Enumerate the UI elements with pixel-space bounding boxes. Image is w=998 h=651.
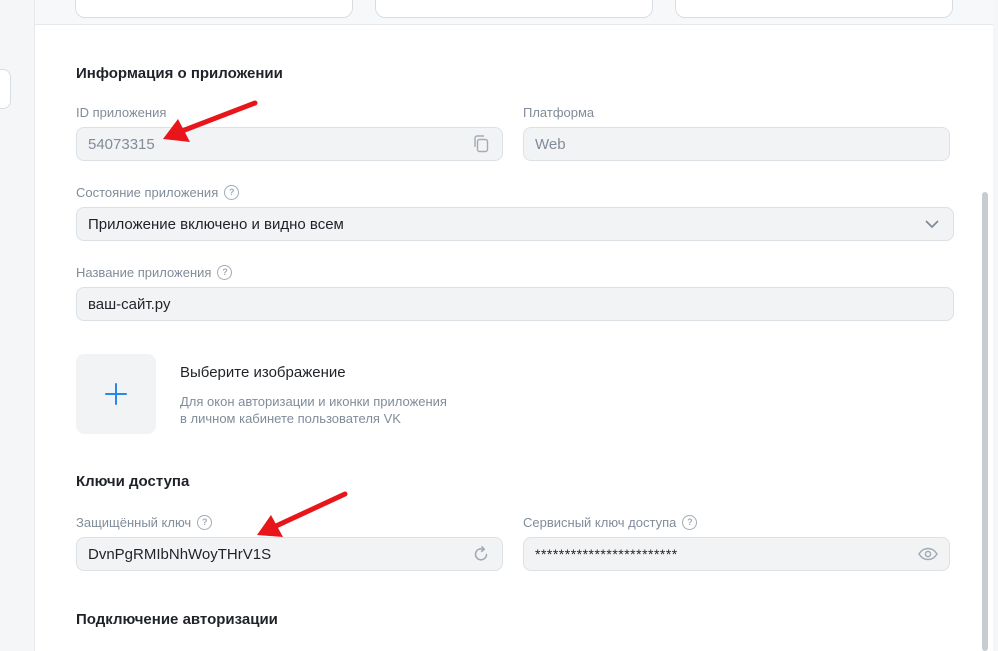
top-tabs-strip bbox=[35, 0, 993, 25]
section-title-app-info: Информация о приложении bbox=[76, 65, 283, 82]
help-icon[interactable]: ? bbox=[217, 265, 233, 280]
app-name-input[interactable]: ваш-сайт.ру bbox=[76, 287, 954, 321]
upload-description: Для окон авторизации и иконки приложения… bbox=[180, 394, 447, 426]
app-id-label: ID приложения bbox=[76, 105, 167, 120]
upload-title: Выберите изображение bbox=[180, 364, 346, 381]
plus-icon bbox=[105, 383, 127, 405]
image-upload-button[interactable] bbox=[76, 354, 156, 434]
platform-field: Web bbox=[523, 127, 950, 161]
service-key-value: ************************ bbox=[535, 546, 678, 562]
app-state-value: Приложение включено и видно всем bbox=[88, 215, 344, 233]
copy-icon[interactable] bbox=[471, 134, 491, 154]
platform-value: Web bbox=[535, 135, 566, 153]
section-title-auth: Подключение авторизации bbox=[76, 611, 278, 628]
top-tab-2[interactable] bbox=[375, 0, 653, 18]
top-tab-1[interactable] bbox=[75, 0, 353, 18]
help-icon[interactable]: ? bbox=[197, 515, 213, 530]
top-tab-3[interactable] bbox=[675, 0, 953, 18]
help-icon[interactable]: ? bbox=[682, 515, 698, 530]
protected-key-field[interactable]: DvnPgRMIbNhWoyTHrV1S bbox=[76, 537, 503, 571]
app-state-label: Состояние приложения ? bbox=[76, 185, 240, 200]
help-icon[interactable]: ? bbox=[224, 185, 240, 200]
app-name-value: ваш-сайт.ру bbox=[88, 295, 171, 313]
platform-label: Платформа bbox=[523, 105, 595, 120]
app-state-select[interactable]: Приложение включено и видно всем bbox=[76, 207, 954, 241]
app-id-value: 54073315 bbox=[88, 135, 155, 153]
protected-key-value: DvnPgRMIbNhWoyTHrV1S bbox=[88, 545, 272, 563]
service-key-field[interactable]: ************************ bbox=[523, 537, 950, 571]
service-key-label: Сервисный ключ доступа ? bbox=[523, 515, 698, 530]
app-name-label: Название приложения ? bbox=[76, 265, 233, 280]
scrollbar[interactable] bbox=[982, 192, 988, 651]
chevron-down-icon bbox=[922, 214, 942, 234]
protected-key-label: Защищённый ключ ? bbox=[76, 515, 213, 530]
side-nav-stub[interactable] bbox=[0, 69, 11, 109]
refresh-icon[interactable] bbox=[471, 544, 491, 564]
app-id-field[interactable]: 54073315 bbox=[76, 127, 503, 161]
section-title-access-keys: Ключи доступа bbox=[76, 473, 190, 490]
eye-icon[interactable] bbox=[918, 544, 938, 564]
app-settings-panel: Информация о приложении ID приложения 54… bbox=[34, 0, 993, 651]
